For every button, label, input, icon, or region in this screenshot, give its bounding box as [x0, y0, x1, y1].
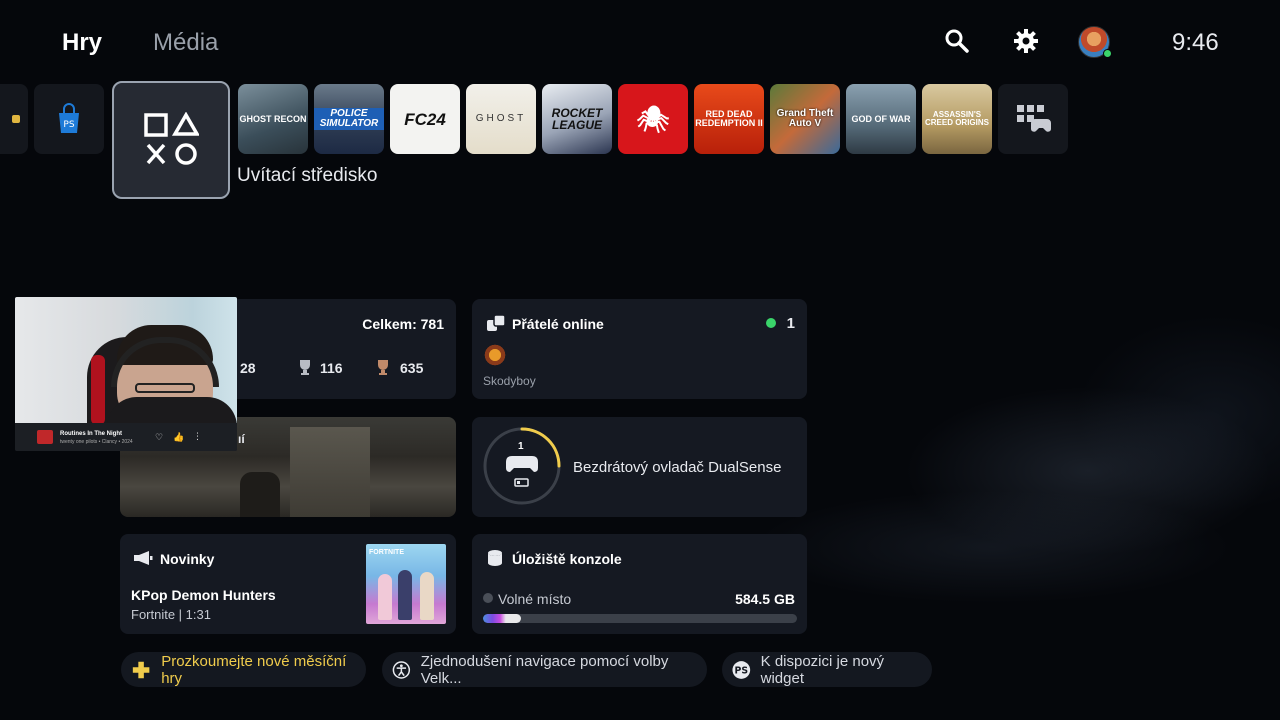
friend-avatar[interactable] [483, 343, 507, 367]
new-widget-pill[interactable]: PS K dispozici je nový widget [722, 652, 932, 687]
tile-title: GHOST RECON [239, 113, 307, 124]
news-thumbnail: FORTNITE [366, 544, 446, 624]
pip-pause-icon[interactable]: ıí [238, 432, 245, 446]
friends-title: Přátelé online [512, 316, 604, 332]
settings-icon[interactable] [1013, 28, 1039, 54]
trophies-total: Celkem: 781 [362, 316, 444, 332]
svg-text:PS: PS [735, 665, 749, 676]
game-tile-partial[interactable] [0, 84, 28, 154]
game-library-icon [1017, 105, 1051, 132]
news-thumb-text: FORTNITE [369, 549, 404, 556]
game-tile-spider-man[interactable]: 🕷 [618, 84, 688, 154]
playstation-logo-icon: PS [732, 660, 751, 679]
news-title: Novinky [160, 551, 215, 567]
ps-store-tile[interactable]: PS [34, 84, 104, 154]
tab-media[interactable]: Média [153, 29, 218, 57]
picture-in-picture-window[interactable]: Routines In The Night twenty one pilots … [15, 297, 237, 451]
megaphone-icon [134, 551, 153, 565]
more-icon[interactable]: ⋮ [193, 431, 202, 442]
ps-plus-icon [132, 661, 150, 678]
storage-bar [483, 614, 797, 623]
tab-games[interactable]: Hry [62, 29, 102, 57]
game-tile-police-simulator[interactable]: POLICE SIMULATOR [314, 84, 384, 154]
tile-title: POLICE SIMULATOR [314, 108, 384, 130]
online-indicator [766, 318, 776, 328]
tile-title: GHOST [475, 113, 527, 124]
free-space-dot [483, 593, 493, 603]
song-title: Routines In The Night [60, 431, 122, 437]
pill-label: Zjednodušení navigace pomocí volby Velk.… [420, 652, 669, 687]
clock: 9:46 [1172, 29, 1219, 56]
dislike-icon[interactable]: ♡ [155, 432, 163, 443]
tile-title: GOD OF WAR [851, 113, 911, 124]
tile-title: ROCKET LEAGUE [551, 106, 603, 132]
pip-music-bar: Routines In The Night twenty one pilots … [15, 423, 237, 451]
store-bag-icon: PS [59, 103, 79, 133]
svg-text:PS: PS [63, 120, 74, 130]
pill-label: Prozkoumejte nové měsíční hry [161, 652, 347, 687]
game-tile-ghost-recon[interactable]: GHOST RECON [238, 84, 308, 154]
game-tile-fc24[interactable]: FC24 [390, 84, 460, 154]
search-icon[interactable] [944, 28, 970, 54]
storage-title: Úložiště konzole [512, 551, 622, 567]
tile-title: Grand Theft Auto V [776, 108, 834, 129]
game-tile-red-dead-redemption[interactable]: RED DEAD REDEMPTION II [694, 84, 764, 154]
like-icon[interactable]: 👍 [173, 432, 184, 443]
silver-trophy-icon [378, 360, 388, 375]
friends-count: 1 [786, 315, 795, 332]
pip-video [15, 297, 237, 427]
tile-title: RED DEAD REDEMPTION II [695, 109, 763, 128]
tile-title: ASSASSIN'S CREED ORIGINS [924, 110, 989, 127]
free-space-value: 584.5 GB [735, 591, 795, 607]
storage-icon [488, 550, 502, 566]
silver-count: 635 [400, 360, 424, 376]
storage-card[interactable]: Úložiště konzole Volné místo 584.5 GB [472, 534, 807, 634]
focused-tile-label: Uvítací středisko [237, 165, 378, 186]
accessibility-icon [392, 660, 411, 679]
news-headline: KPop Demon Hunters [131, 587, 276, 603]
pill-label: K dispozici je nový widget [760, 652, 885, 687]
controller-number: 1 [518, 441, 524, 452]
news-card[interactable]: Novinky KPop Demon Hunters Fortnite | 1:… [120, 534, 456, 634]
news-meta: Fortnite | 1:31 [131, 607, 211, 622]
monthly-games-pill[interactable]: Prozkoumejte nové měsíční hry [121, 652, 366, 687]
accessibility-pill[interactable]: Zjednodušení navigace pomocí volby Velk.… [382, 652, 707, 687]
controller-card[interactable]: 1 Bezdrátový ovladač DualSense [472, 417, 807, 517]
game-tile-ghost-of-tsushima[interactable]: GHOST [466, 84, 536, 154]
controller-battery-ring [483, 427, 561, 505]
tile-title: 🕷 [636, 104, 670, 134]
controller-label: Bezdrátový ovladač DualSense [573, 459, 782, 476]
tile-title: FC24 [404, 109, 446, 129]
game-tile-god-of-war[interactable]: GOD OF WAR [846, 84, 916, 154]
song-artist: twenty one pilots • Clancy • 2024 [60, 439, 133, 445]
game-tile-gta-v[interactable]: Grand Theft Auto V [770, 84, 840, 154]
online-status-dot [1103, 49, 1112, 58]
free-space-label: Volné místo [498, 591, 572, 607]
gold-count: 116 [320, 360, 343, 376]
game-tile-assassins-creed[interactable]: ASSASSIN'S CREED ORIGINS [922, 84, 992, 154]
welcome-hub-tile[interactable] [112, 81, 230, 199]
friend-name: Skodyboy [483, 374, 536, 388]
friends-icon [487, 314, 506, 331]
song-thumbnail [37, 430, 53, 444]
platinum-count: 28 [240, 360, 256, 376]
game-tile-rocket-league[interactable]: ROCKET LEAGUE [542, 84, 612, 154]
friends-online-card[interactable]: Přátelé online 1 Skodyboy [472, 299, 807, 399]
storage-bar-fill [483, 614, 521, 623]
game-library-tile[interactable] [998, 84, 1068, 154]
gold-trophy-icon [300, 360, 310, 375]
playstation-shapes-icon [144, 112, 199, 165]
